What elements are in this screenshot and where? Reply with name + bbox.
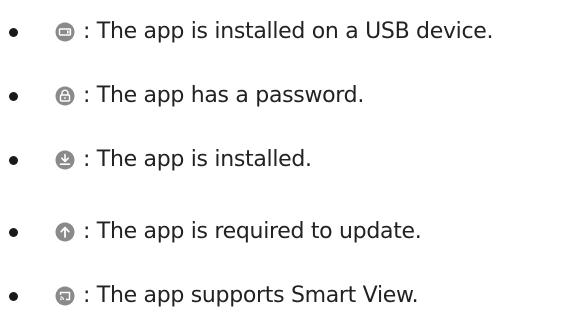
legend-text: : The app is installed on a USB device. [83,19,494,44]
legend-text: : The app is required to update. [83,219,422,244]
legend-text: : The app supports Smart View. [83,283,419,308]
bullet [9,27,18,37]
legend-text: : The app has a password. [83,83,365,108]
legend-item-update: : The app is required to update. [0,212,573,252]
smart-view-cast-icon [55,286,75,306]
bullet [9,91,18,101]
bullet [9,155,18,165]
legend-item-smart-view: : The app supports Smart View. [0,276,573,316]
legend-item-usb: : The app is installed on a USB device. [0,12,573,52]
download-installed-icon [55,150,75,170]
usb-device-icon [55,22,75,42]
legend-text: : The app is installed. [83,147,312,172]
legend-item-installed: : The app is installed. [0,140,573,180]
legend-item-password: : The app has a password. [0,76,573,116]
lock-icon [55,86,75,106]
update-arrow-icon [55,222,75,242]
bullet [9,291,18,301]
bullet [9,227,18,237]
